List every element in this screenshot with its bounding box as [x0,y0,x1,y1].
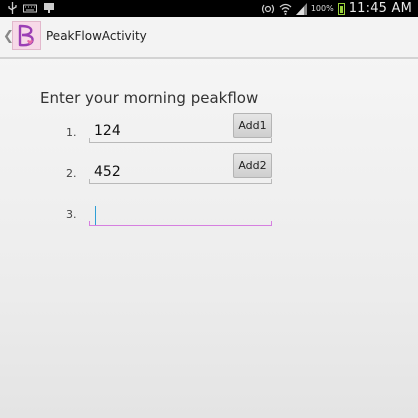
nfc-icon [261,4,274,13]
status-clock: 11:45 AM [348,1,412,16]
text-cursor [95,206,96,225]
battery-icon [337,2,345,15]
action-bar: ❮ PeakFlowActivity [0,17,418,59]
app-title: PeakFlowActivity [46,29,147,43]
battery-percent: 100% [310,4,334,13]
wifi-icon [279,3,292,15]
add2-button[interactable]: Add2 [233,153,272,178]
signal-icon [295,2,307,15]
app-logo-icon[interactable] [12,21,41,50]
status-right-icons: 100% 11:45 AM [261,1,412,16]
app-logo-glyph [18,24,34,47]
usb-icon [8,2,17,14]
peakflow-field-3[interactable] [89,204,272,226]
peakflow-prompt: Enter your morning peakflow [40,89,259,107]
add1-button[interactable]: Add1 [233,113,272,138]
status-left-icons [8,2,55,14]
peakflow-input-3[interactable] [94,204,234,224]
status-bar: 100% 11:45 AM [0,0,418,17]
peakflow-input-2[interactable] [94,162,234,182]
row-number-1: 1. [66,126,77,139]
notification-icon [44,3,54,13]
row-number-2: 2. [66,167,77,180]
peakflow-input-1[interactable] [94,121,234,141]
row-number-3: 3. [66,208,77,221]
keyboard-icon [23,4,37,13]
